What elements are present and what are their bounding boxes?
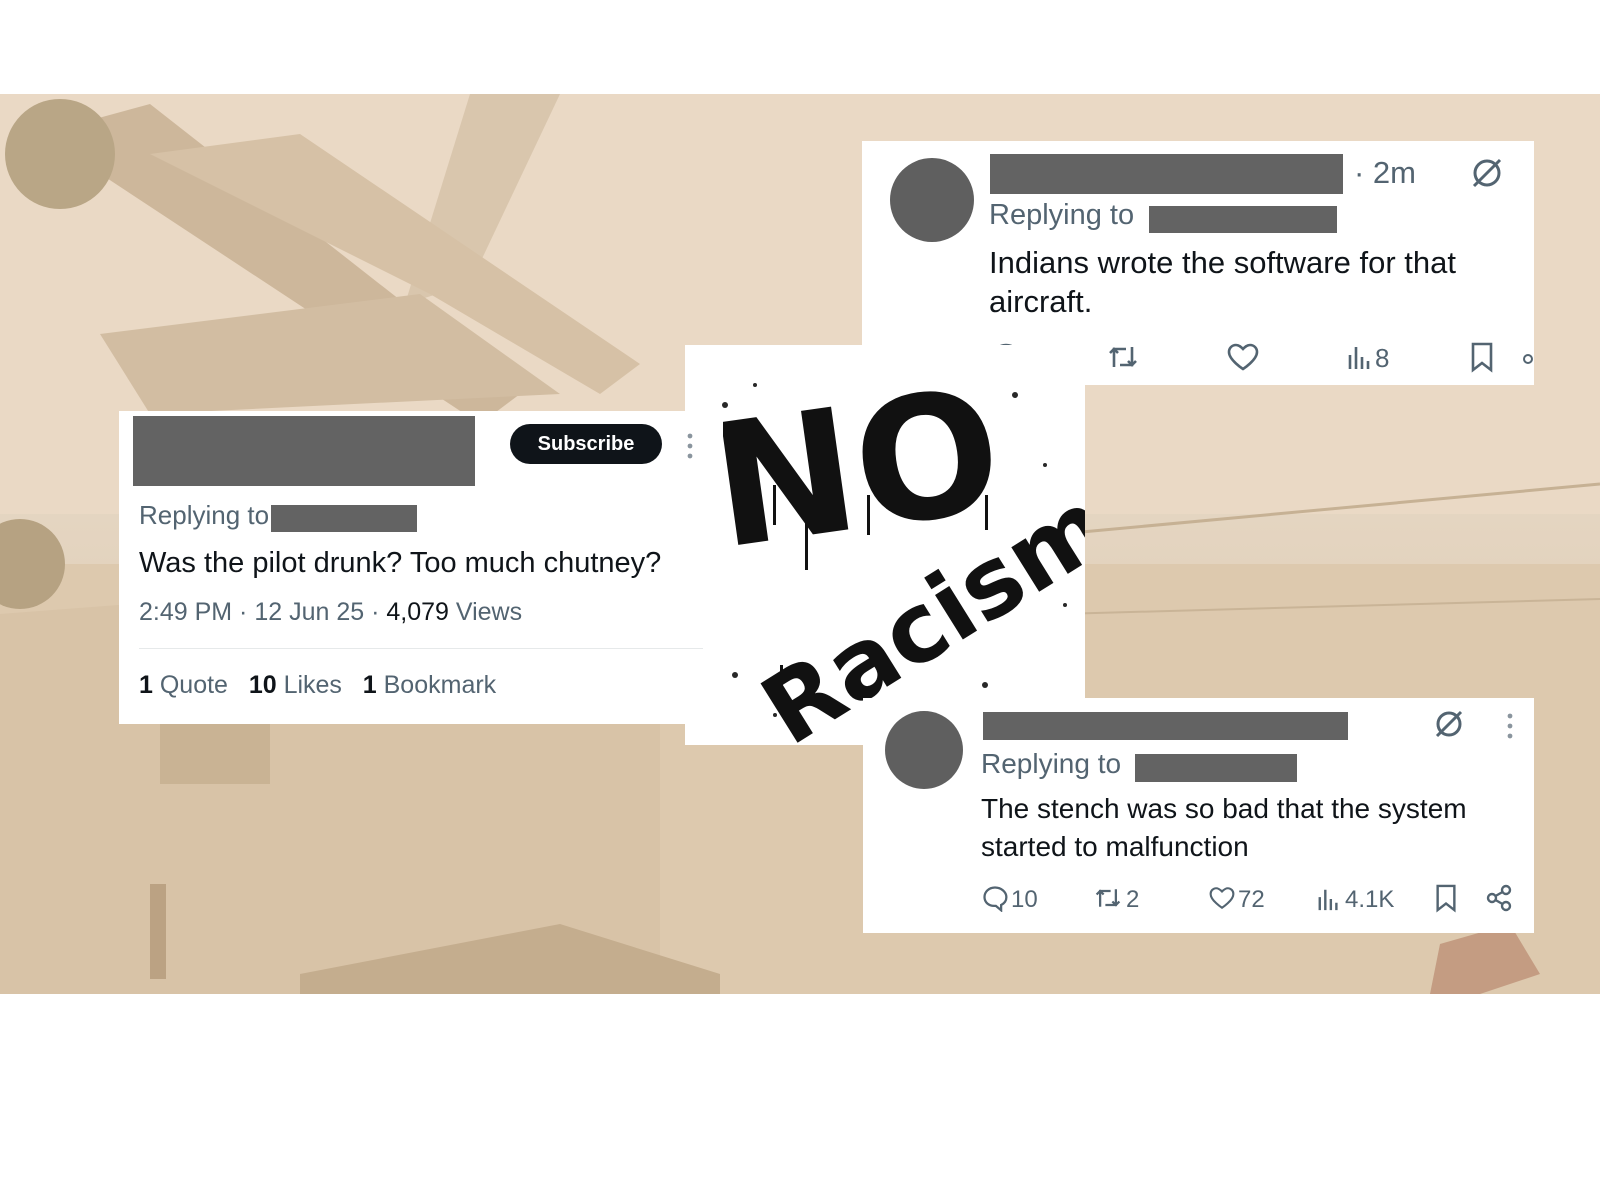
views-count: 4,079: [386, 598, 449, 626]
redacted-username: [983, 712, 1348, 740]
redacted-username-block: [133, 416, 475, 486]
tweet-text-line1: Indians wrote the software for that: [989, 245, 1456, 280]
engagement-stats: 1 Quote 10 Likes 1 Bookmark: [139, 671, 496, 700]
no-racism-sticker: NO Racism shutterstock: [685, 345, 1129, 767]
likes-count: 10: [248, 671, 277, 699]
quote-count: 1: [139, 671, 153, 699]
more-icon[interactable]: [1506, 713, 1514, 739]
tweet-card-bottom-right: Replying to The stench was so bad that t…: [863, 698, 1534, 933]
share-icon[interactable]: [1522, 352, 1534, 366]
tweet-text: Was the pilot drunk? Too much chutney?: [139, 547, 662, 579]
like-icon[interactable]: [1208, 885, 1236, 911]
views-icon[interactable]: [1317, 886, 1341, 912]
views-count: 4.1K: [1345, 886, 1395, 913]
redacted-username: [990, 154, 1343, 194]
bookmark-icon[interactable]: [1433, 883, 1459, 913]
tweet-text-line2: started to malfunction: [981, 831, 1249, 862]
retweet-count: 2: [1126, 886, 1140, 913]
avatar[interactable]: [885, 711, 963, 789]
redacted-handle: [271, 505, 417, 532]
reply-icon[interactable]: [981, 884, 1009, 912]
like-count: 72: [1238, 886, 1265, 913]
divider: [139, 648, 703, 649]
replying-to-label: Replying to: [981, 748, 1122, 779]
likes-label[interactable]: Likes: [277, 671, 342, 699]
replying-to-label: Replying to: [139, 500, 270, 530]
grok-icon[interactable]: [1433, 708, 1465, 740]
redacted-handle: [1135, 754, 1297, 782]
views-icon[interactable]: [1347, 343, 1373, 371]
post-time: · 2m: [1354, 155, 1416, 190]
views-label: Views: [448, 598, 523, 626]
share-icon[interactable]: [1485, 884, 1513, 912]
replying-to-label: Replying to: [989, 199, 1135, 231]
retweet-icon[interactable]: [1093, 884, 1123, 912]
tweet-meta: 2:49 PM · 12 Jun 25 · 4,079 Views: [139, 598, 522, 627]
avatar[interactable]: [890, 158, 974, 242]
timestamp: 2:49 PM · 12 Jun 25 ·: [139, 598, 387, 626]
tweet-card-left: Subscribe Replying to Was the pilot drun…: [119, 411, 723, 724]
like-icon[interactable]: [1226, 341, 1260, 373]
views-count: 8: [1375, 343, 1390, 373]
grok-icon[interactable]: [1470, 156, 1504, 190]
bookmark-label[interactable]: Bookmark: [377, 671, 497, 699]
more-icon[interactable]: [686, 433, 694, 459]
subscribe-button[interactable]: Subscribe: [510, 424, 662, 464]
retweet-icon[interactable]: [1106, 341, 1140, 373]
bookmark-icon[interactable]: [1468, 341, 1496, 373]
redacted-handle: [1149, 206, 1337, 233]
bookmark-count: 1: [362, 671, 377, 699]
quote-label[interactable]: Quote: [153, 671, 228, 699]
tweet-text-line2: aircraft.: [989, 284, 1093, 319]
reply-count: 10: [1011, 886, 1038, 913]
tweet-text-line1: The stench was so bad that the system: [981, 793, 1467, 824]
